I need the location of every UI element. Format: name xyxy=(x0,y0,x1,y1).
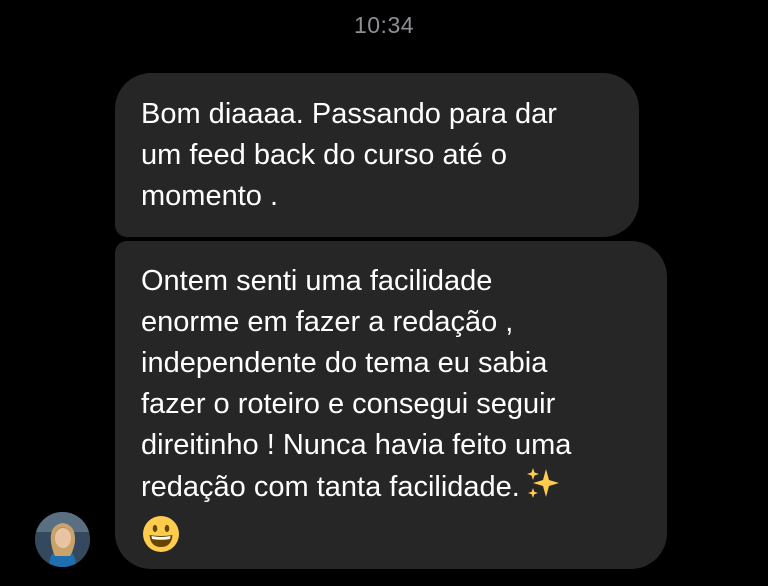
profile-photo-icon xyxy=(35,512,90,567)
sender-avatar[interactable] xyxy=(35,512,90,567)
message-timestamp: 10:34 xyxy=(353,12,415,38)
message-text: Bom diaaaa. Passando para dar um feed ba… xyxy=(141,98,557,212)
message-bubble[interactable]: Ontem senti uma facilidade enorme em faz… xyxy=(115,241,667,569)
sparkles-icon xyxy=(524,466,560,514)
message-bubble[interactable]: Bom diaaaa. Passando para dar um feed ba… xyxy=(115,73,639,237)
grinning-face-icon xyxy=(141,514,181,566)
message-text: Ontem senti uma facilidade enorme em faz… xyxy=(141,265,572,503)
